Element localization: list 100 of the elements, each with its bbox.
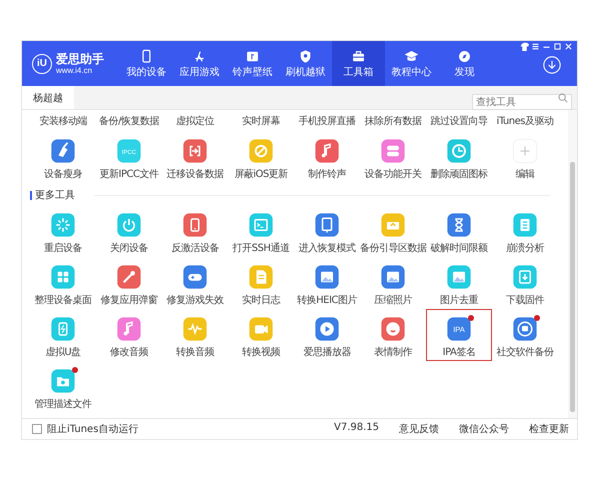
search-field[interactable]: 查找工具 xyxy=(472,94,572,110)
tool-label: 更新IPCC文件 xyxy=(100,169,158,180)
music-picture-icon xyxy=(245,49,260,64)
nav-tab[interactable]: 铃声壁纸 xyxy=(226,41,279,86)
tool-label: 进入恢复模式 xyxy=(298,243,356,254)
tool-label: 下载固件 xyxy=(506,295,544,306)
tool-label: 关闭设备 xyxy=(110,243,148,254)
tool-item[interactable]: 破解时间限额 xyxy=(426,205,492,257)
tool-item[interactable]: 转换视频 xyxy=(228,309,294,361)
tool-label: 管理描述文件 xyxy=(34,399,92,410)
tool-label: 屏蔽iOS更新 xyxy=(234,169,288,180)
tool-label: 修复应用弹窗 xyxy=(100,295,158,306)
nav-tab[interactable]: 发现 xyxy=(438,41,491,86)
download-icon[interactable] xyxy=(543,56,561,74)
tool-label: 修复游戏失效 xyxy=(166,295,224,306)
footer-link[interactable]: 检查更新 xyxy=(529,422,569,436)
tool-label: 修改音频 xyxy=(110,347,148,358)
tool-label: 备份引导区数据 xyxy=(360,243,426,254)
tool-item[interactable]: 设备功能开关 xyxy=(360,131,426,183)
tool-label[interactable]: 手机投屏直播 xyxy=(298,116,356,131)
tool-item[interactable]: 进入恢复模式 xyxy=(294,205,360,257)
footer-link[interactable]: 意见反馈 xyxy=(399,422,439,436)
tool-item[interactable]: 删除顽固图标 xyxy=(426,131,492,183)
graduation-cap-icon xyxy=(404,49,419,64)
menu-icon[interactable] xyxy=(531,42,540,51)
tool-label: 删除顽固图标 xyxy=(430,169,488,180)
tool-label[interactable]: 跳过设置向导 xyxy=(430,116,488,131)
tool-label: 表情制作 xyxy=(374,347,412,358)
tool-label: 整理设备桌面 xyxy=(34,295,92,306)
tool-item[interactable]: 虚拟U盘 xyxy=(30,309,96,361)
tool-label: 破解时间限额 xyxy=(430,243,488,254)
section-marker xyxy=(30,190,32,200)
tool-item[interactable]: 迁移设备数据 xyxy=(162,131,228,183)
tool-label: 虚拟U盘 xyxy=(45,347,81,358)
tool-label[interactable]: 虚拟定位 xyxy=(176,116,214,131)
tool-item[interactable]: IPA IPA签名 xyxy=(426,309,492,361)
tool-label[interactable]: 实时屏幕 xyxy=(242,116,280,131)
tool-item[interactable]: 转换HEIC图片 xyxy=(294,257,360,309)
tool-label: 崩溃分析 xyxy=(506,243,544,254)
tool-label: 转换音频 xyxy=(176,347,214,358)
tool-label[interactable]: 抹除所有数据 xyxy=(364,116,422,131)
tool-label: 转换视频 xyxy=(242,347,280,358)
tool-item[interactable]: 崩溃分析 xyxy=(492,205,558,257)
tool-item[interactable]: 压缩照片 xyxy=(360,257,426,309)
logo-icon: iU xyxy=(32,54,52,74)
nav-tab[interactable]: 我的设备 xyxy=(120,41,173,86)
tool-label[interactable]: iTunes及驱动 xyxy=(496,116,554,131)
nav-tab[interactable]: 刷机越狱 xyxy=(279,41,332,86)
tool-item[interactable]: 下载固件 xyxy=(492,257,558,309)
tool-label: 编辑 xyxy=(516,169,534,180)
tool-label: 设备瘦身 xyxy=(44,169,82,180)
tool-label: 重启设备 xyxy=(44,243,82,254)
tool-item[interactable]: 反激活设备 xyxy=(162,205,228,257)
tool-label: 社交软件备份 xyxy=(496,347,554,358)
tool-item[interactable]: 修改音频 xyxy=(96,309,162,361)
app-name: 爱思助手 xyxy=(56,52,104,66)
section-title: 更多工具 xyxy=(35,189,75,202)
nav-tab[interactable]: 教程中心 xyxy=(385,41,438,86)
tool-label: 爱思播放器 xyxy=(303,347,351,358)
tool-label: IPA签名 xyxy=(442,347,476,358)
nav-tab[interactable]: 工具箱 xyxy=(332,41,385,86)
tool-item[interactable]: 设备瘦身 xyxy=(30,131,96,183)
version-label: V7.98.15 xyxy=(334,422,379,435)
checkbox-label[interactable]: 阻止iTunes自动运行 xyxy=(47,422,138,436)
skin-icon[interactable] xyxy=(520,42,529,51)
tool-item[interactable]: 屏蔽iOS更新 xyxy=(228,131,294,183)
scrollbar-thumb[interactable] xyxy=(570,162,575,412)
tool-item[interactable]: 打开SSH通道 xyxy=(228,205,294,257)
checkbox[interactable] xyxy=(32,424,42,434)
tool-item[interactable]: 备份引导区数据 xyxy=(360,205,426,257)
close-icon[interactable] xyxy=(564,42,573,51)
tool-item[interactable]: 制作铃声 xyxy=(294,131,360,183)
tool-label[interactable]: 备份/恢复数据 xyxy=(99,116,159,131)
tool-label[interactable]: 安装移动端 xyxy=(39,116,87,131)
footer-link[interactable]: 微信公众号 xyxy=(459,422,509,436)
tool-item[interactable]: 爱思播放器 xyxy=(294,309,360,361)
maximize-icon[interactable] xyxy=(553,42,562,51)
tool-item[interactable]: 修复应用弹窗 xyxy=(96,257,162,309)
tool-label: 图片去重 xyxy=(440,295,478,306)
tool-item[interactable]: 表情制作 xyxy=(360,309,426,361)
tool-item[interactable]: 管理描述文件 xyxy=(30,361,96,413)
tab[interactable]: 杨超越 xyxy=(22,86,74,109)
tool-item[interactable]: 整理设备桌面 xyxy=(30,257,96,309)
tool-item[interactable]: 图片去重 xyxy=(426,257,492,309)
tool-item[interactable]: 重启设备 xyxy=(30,205,96,257)
tool-item[interactable]: 社交软件备份 xyxy=(492,309,558,361)
scrollbar[interactable] xyxy=(568,110,577,418)
tool-label: 迁移设备数据 xyxy=(166,169,224,180)
tool-label: 转换HEIC图片 xyxy=(297,295,357,306)
tool-item[interactable]: 修复游戏失效 xyxy=(162,257,228,309)
search-icon[interactable] xyxy=(558,92,568,102)
tool-item[interactable]: 关闭设备 xyxy=(96,205,162,257)
tool-item[interactable]: 转换音频 xyxy=(162,309,228,361)
nav-tab[interactable]: 应用游戏 xyxy=(173,41,226,86)
app-url: www.i4.cn xyxy=(56,66,94,75)
tool-item[interactable]: 编辑 xyxy=(492,131,558,183)
tool-label: 制作铃声 xyxy=(308,169,346,180)
text-tile-icon: IPA xyxy=(447,317,471,341)
tool-label: 压缩照片 xyxy=(374,295,412,306)
tool-item[interactable]: 实时日志 xyxy=(228,257,294,309)
